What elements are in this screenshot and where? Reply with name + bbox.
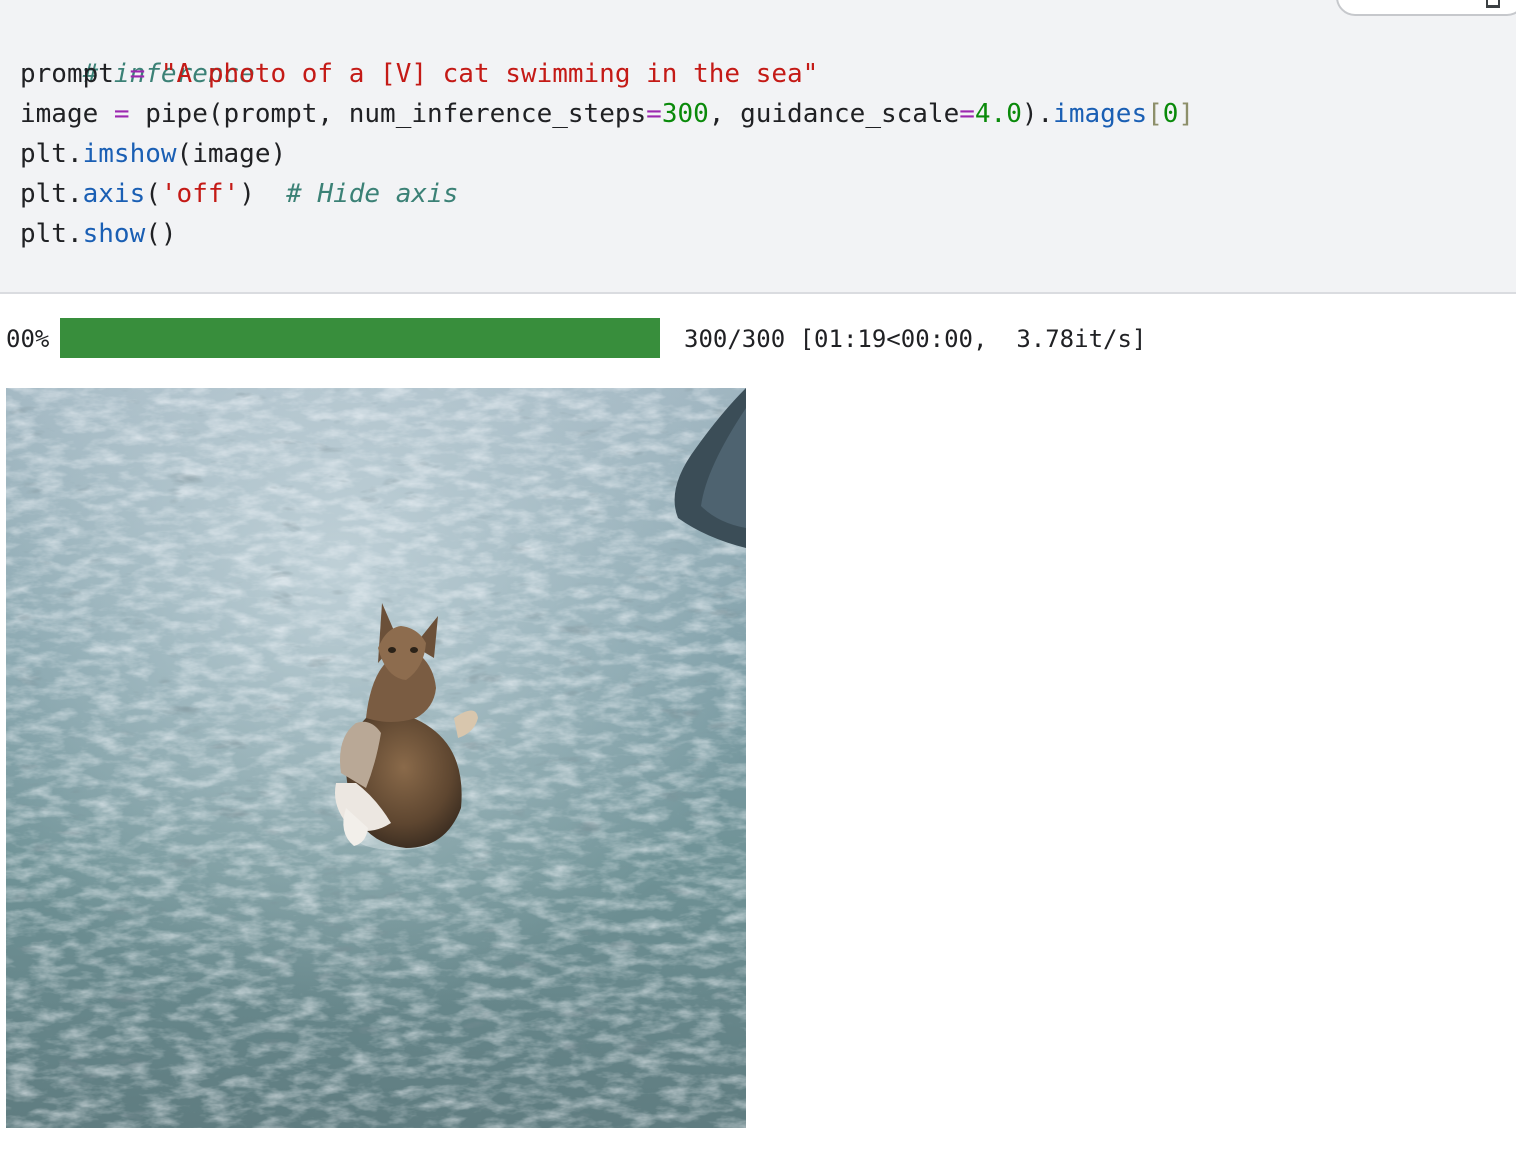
code-token: ) [239, 179, 287, 209]
code-token: plt. [20, 139, 83, 169]
code-line-6: plt.show() [20, 214, 177, 254]
code-token: (image) [176, 139, 287, 169]
output-image [6, 388, 746, 1128]
code-line-2: prompt = "A photo of a [V] cat swimming … [20, 54, 818, 94]
code-number: 0 [1162, 99, 1179, 129]
code-bracket: ] [1178, 99, 1195, 129]
code-token: image [20, 99, 99, 129]
code-cell[interactable]: # inference prompt = "A photo of a [V] c… [0, 0, 1516, 294]
code-function: imshow [82, 139, 177, 169]
code-operator: = [646, 99, 662, 129]
code-operator: = [959, 99, 975, 129]
progress-percent: 00% [6, 325, 50, 353]
code-line-3: image = pipe(prompt, num_inference_steps… [20, 94, 1194, 134]
code-token: plt. [20, 179, 83, 209]
code-comment: # Hide axis [286, 179, 459, 209]
code-token: () [145, 219, 177, 249]
code-function: axis [82, 179, 146, 209]
code-number: 4.0 [974, 99, 1022, 129]
code-token: prompt [20, 59, 114, 89]
progress-fill [60, 318, 660, 358]
code-operator: = [98, 99, 146, 129]
progress-bar [60, 318, 660, 358]
code-bracket: [ [1147, 99, 1163, 129]
code-attribute: images [1053, 99, 1148, 129]
cat-swimming-image [6, 388, 746, 1128]
code-token: ( [145, 179, 161, 209]
code-function: show [82, 219, 146, 249]
code-token: , guidance_scale [708, 99, 960, 129]
code-operator: = [113, 59, 161, 89]
code-line-4: plt.imshow(image) [20, 134, 286, 174]
code-string: 'off' [160, 179, 240, 209]
progress-stats: 300/300 [01:19<00:00, 3.78it/s] [684, 325, 1147, 353]
code-line-5: plt.axis('off') # Hide axis [20, 174, 458, 214]
cell-toolbar[interactable] [1336, 0, 1516, 16]
expand-icon[interactable] [1486, 0, 1500, 8]
code-string: "A photo of a [V] cat swimming in the se… [160, 59, 819, 89]
code-token: pipe(prompt, num_inference_steps [145, 99, 647, 129]
code-token: plt. [20, 219, 83, 249]
code-number: 300 [661, 99, 709, 129]
code-token: ). [1021, 99, 1054, 129]
